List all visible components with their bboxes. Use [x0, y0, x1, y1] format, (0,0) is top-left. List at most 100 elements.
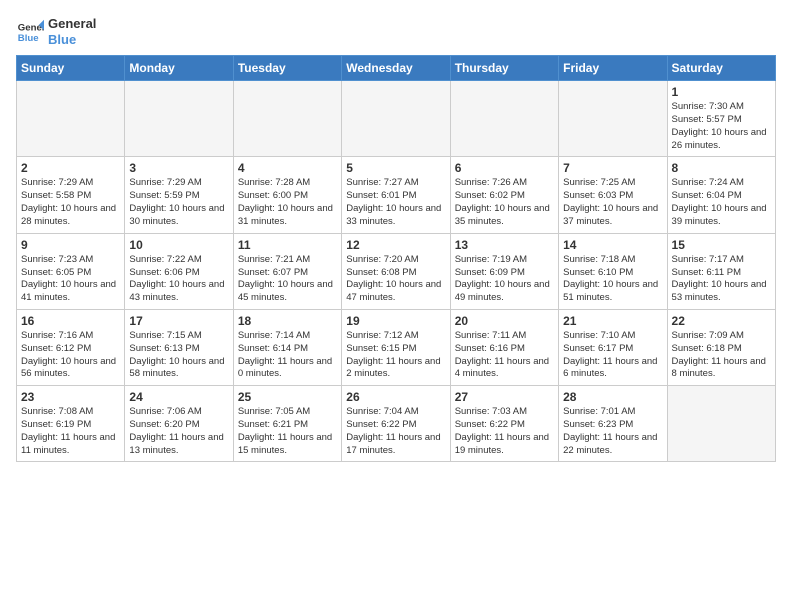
calendar-day-cell: 3 Sunrise: 7:29 AM Sunset: 5:59 PM Daylig… — [125, 157, 233, 233]
calendar-day-cell — [559, 81, 667, 157]
calendar-week-row: 1 Sunrise: 7:30 AM Sunset: 5:57 PM Daylig… — [17, 81, 776, 157]
day-info: Sunrise: 7:14 AM Sunset: 6:14 PM Dayligh… — [238, 330, 337, 381]
day-number: 17 — [129, 314, 228, 328]
day-info: Sunrise: 7:17 AM Sunset: 6:11 PM Dayligh… — [672, 254, 771, 305]
calendar-week-row: 2Sunrise: 7:29 AM Sunset: 5:58 PM Daylig… — [17, 157, 776, 233]
day-number: 3 — [129, 161, 228, 175]
calendar-day-cell: 11 Sunrise: 7:21 AM Sunset: 6:07 PM Dayli… — [233, 233, 341, 309]
day-number: 19 — [346, 314, 445, 328]
calendar-day-cell: 28 Sunrise: 7:01 AM Sunset: 6:23 PM Dayli… — [559, 386, 667, 462]
day-number: 11 — [238, 238, 337, 252]
calendar-day-cell: 24 Sunrise: 7:06 AM Sunset: 6:20 PM Dayli… — [125, 386, 233, 462]
day-info: Sunrise: 7:26 AM Sunset: 6:02 PM Dayligh… — [455, 177, 554, 228]
calendar-day-cell: 17 Sunrise: 7:15 AM Sunset: 6:13 PM Dayli… — [125, 309, 233, 385]
day-number: 16 — [21, 314, 120, 328]
day-number: 18 — [238, 314, 337, 328]
day-number: 14 — [563, 238, 662, 252]
day-info: Sunrise: 7:30 AM Sunset: 5:57 PM Dayligh… — [672, 101, 771, 152]
calendar-header-row: SundayMondayTuesdayWednesdayThursdayFrid… — [17, 56, 776, 81]
day-number: 25 — [238, 390, 337, 404]
calendar-day-cell: 27 Sunrise: 7:03 AM Sunset: 6:22 PM Dayli… — [450, 386, 558, 462]
calendar-day-cell: 5Sunrise: 7:27 AM Sunset: 6:01 PM Daylig… — [342, 157, 450, 233]
day-info: Sunrise: 7:12 AM Sunset: 6:15 PM Dayligh… — [346, 330, 445, 381]
logo-icon: General Blue — [16, 18, 44, 46]
weekday-header: Friday — [559, 56, 667, 81]
day-number: 28 — [563, 390, 662, 404]
day-info: Sunrise: 7:16 AM Sunset: 6:12 PM Dayligh… — [21, 330, 120, 381]
calendar-day-cell: 12Sunrise: 7:20 AM Sunset: 6:08 PM Dayli… — [342, 233, 450, 309]
calendar-day-cell: 1 Sunrise: 7:30 AM Sunset: 5:57 PM Daylig… — [667, 81, 775, 157]
calendar-day-cell — [667, 386, 775, 462]
day-info: Sunrise: 7:22 AM Sunset: 6:06 PM Dayligh… — [129, 254, 228, 305]
day-number: 4 — [238, 161, 337, 175]
calendar-day-cell: 16 Sunrise: 7:16 AM Sunset: 6:12 PM Dayli… — [17, 309, 125, 385]
calendar-day-cell: 4 Sunrise: 7:28 AM Sunset: 6:00 PM Daylig… — [233, 157, 341, 233]
day-info: Sunrise: 7:25 AM Sunset: 6:03 PM Dayligh… — [563, 177, 662, 228]
calendar-week-row: 9 Sunrise: 7:23 AM Sunset: 6:05 PM Daylig… — [17, 233, 776, 309]
calendar-day-cell: 23 Sunrise: 7:08 AM Sunset: 6:19 PM Dayli… — [17, 386, 125, 462]
weekday-header: Saturday — [667, 56, 775, 81]
day-info: Sunrise: 7:09 AM Sunset: 6:18 PM Dayligh… — [672, 330, 771, 381]
calendar-day-cell: 8Sunrise: 7:24 AM Sunset: 6:04 PM Daylig… — [667, 157, 775, 233]
day-number: 27 — [455, 390, 554, 404]
calendar-day-cell: 7 Sunrise: 7:25 AM Sunset: 6:03 PM Daylig… — [559, 157, 667, 233]
day-info: Sunrise: 7:20 AM Sunset: 6:08 PM Dayligh… — [346, 254, 445, 305]
day-info: Sunrise: 7:01 AM Sunset: 6:23 PM Dayligh… — [563, 406, 662, 457]
day-info: Sunrise: 7:08 AM Sunset: 6:19 PM Dayligh… — [21, 406, 120, 457]
calendar-day-cell: 25 Sunrise: 7:05 AM Sunset: 6:21 PM Dayli… — [233, 386, 341, 462]
day-number: 22 — [672, 314, 771, 328]
calendar-day-cell — [125, 81, 233, 157]
day-info: Sunrise: 7:21 AM Sunset: 6:07 PM Dayligh… — [238, 254, 337, 305]
day-info: Sunrise: 7:24 AM Sunset: 6:04 PM Dayligh… — [672, 177, 771, 228]
day-info: Sunrise: 7:15 AM Sunset: 6:13 PM Dayligh… — [129, 330, 228, 381]
calendar-day-cell — [17, 81, 125, 157]
calendar-day-cell: 26 Sunrise: 7:04 AM Sunset: 6:22 PM Dayli… — [342, 386, 450, 462]
day-info: Sunrise: 7:04 AM Sunset: 6:22 PM Dayligh… — [346, 406, 445, 457]
svg-text:Blue: Blue — [18, 32, 39, 43]
weekday-header: Wednesday — [342, 56, 450, 81]
weekday-header: Thursday — [450, 56, 558, 81]
day-info: Sunrise: 7:11 AM Sunset: 6:16 PM Dayligh… — [455, 330, 554, 381]
day-number: 9 — [21, 238, 120, 252]
day-info: Sunrise: 7:10 AM Sunset: 6:17 PM Dayligh… — [563, 330, 662, 381]
day-number: 10 — [129, 238, 228, 252]
calendar-day-cell — [342, 81, 450, 157]
day-info: Sunrise: 7:05 AM Sunset: 6:21 PM Dayligh… — [238, 406, 337, 457]
day-info: Sunrise: 7:18 AM Sunset: 6:10 PM Dayligh… — [563, 254, 662, 305]
calendar-week-row: 16 Sunrise: 7:16 AM Sunset: 6:12 PM Dayli… — [17, 309, 776, 385]
weekday-header: Sunday — [17, 56, 125, 81]
day-number: 5 — [346, 161, 445, 175]
calendar-day-cell — [450, 81, 558, 157]
day-info: Sunrise: 7:29 AM Sunset: 5:58 PM Dayligh… — [21, 177, 120, 228]
calendar-day-cell: 21 Sunrise: 7:10 AM Sunset: 6:17 PM Dayli… — [559, 309, 667, 385]
day-number: 13 — [455, 238, 554, 252]
calendar-day-cell: 14 Sunrise: 7:18 AM Sunset: 6:10 PM Dayli… — [559, 233, 667, 309]
calendar-table: SundayMondayTuesdayWednesdayThursdayFrid… — [16, 55, 776, 462]
weekday-header: Monday — [125, 56, 233, 81]
day-number: 15 — [672, 238, 771, 252]
calendar-day-cell: 22 Sunrise: 7:09 AM Sunset: 6:18 PM Dayli… — [667, 309, 775, 385]
day-info: Sunrise: 7:03 AM Sunset: 6:22 PM Dayligh… — [455, 406, 554, 457]
day-info: Sunrise: 7:29 AM Sunset: 5:59 PM Dayligh… — [129, 177, 228, 228]
day-number: 6 — [455, 161, 554, 175]
day-info: Sunrise: 7:23 AM Sunset: 6:05 PM Dayligh… — [21, 254, 120, 305]
calendar-day-cell: 10 Sunrise: 7:22 AM Sunset: 6:06 PM Dayli… — [125, 233, 233, 309]
day-info: Sunrise: 7:06 AM Sunset: 6:20 PM Dayligh… — [129, 406, 228, 457]
day-number: 20 — [455, 314, 554, 328]
calendar-day-cell: 20 Sunrise: 7:11 AM Sunset: 6:16 PM Dayli… — [450, 309, 558, 385]
day-number: 24 — [129, 390, 228, 404]
day-number: 7 — [563, 161, 662, 175]
calendar-day-cell: 19 Sunrise: 7:12 AM Sunset: 6:15 PM Dayli… — [342, 309, 450, 385]
day-number: 23 — [21, 390, 120, 404]
calendar-day-cell: 18 Sunrise: 7:14 AM Sunset: 6:14 PM Dayli… — [233, 309, 341, 385]
day-number: 1 — [672, 85, 771, 99]
day-number: 21 — [563, 314, 662, 328]
calendar-day-cell: 2Sunrise: 7:29 AM Sunset: 5:58 PM Daylig… — [17, 157, 125, 233]
calendar-day-cell — [233, 81, 341, 157]
calendar-day-cell: 13Sunrise: 7:19 AM Sunset: 6:09 PM Dayli… — [450, 233, 558, 309]
calendar-week-row: 23 Sunrise: 7:08 AM Sunset: 6:19 PM Dayli… — [17, 386, 776, 462]
calendar-day-cell: 9 Sunrise: 7:23 AM Sunset: 6:05 PM Daylig… — [17, 233, 125, 309]
day-info: Sunrise: 7:28 AM Sunset: 6:00 PM Dayligh… — [238, 177, 337, 228]
weekday-header: Tuesday — [233, 56, 341, 81]
day-number: 26 — [346, 390, 445, 404]
